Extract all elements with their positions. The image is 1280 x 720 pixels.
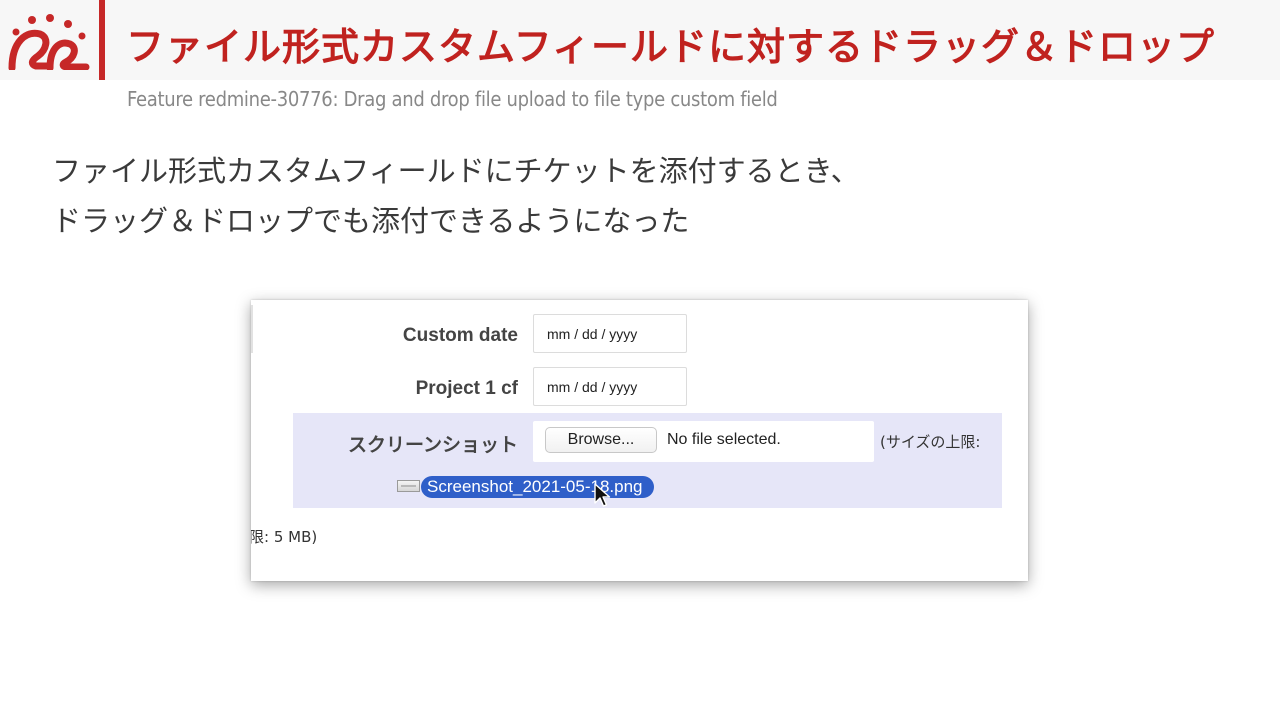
- size-limit-text: (サイズの上限:: [880, 433, 981, 451]
- form-edge-line: [251, 305, 253, 353]
- description: ファイル形式カスタムフィールドにチケットを添付するとき、 ドラッグ＆ドロップでも…: [52, 146, 860, 246]
- project-cf-label: Project 1 cf: [415, 378, 518, 399]
- screenshot-field-label: スクリーンショット: [347, 435, 518, 456]
- feature-subtitle: Feature redmine-30776: Drag and drop fil…: [127, 87, 778, 111]
- redmine-form-screenshot: Custom date mm / dd / yyyy Project 1 cf …: [251, 300, 1028, 581]
- mouse-pointer-icon: [594, 483, 611, 507]
- title-divider: [99, 0, 105, 80]
- redmine-logo-icon: [8, 14, 90, 70]
- file-drag-icon: [397, 480, 420, 492]
- custom-date-label: Custom date: [402, 325, 518, 346]
- description-line-1: ファイル形式カスタムフィールドにチケットを添付するとき、: [52, 154, 860, 188]
- dragged-file-chip[interactable]: Screenshot_2021-05-18.png: [421, 476, 654, 498]
- custom-date-input[interactable]: mm / dd / yyyy: [533, 314, 687, 353]
- browse-button[interactable]: Browse...: [545, 427, 657, 453]
- size-limit-continuation: 限: 5 MB): [251, 528, 318, 546]
- project-cf-input[interactable]: mm / dd / yyyy: [533, 367, 687, 406]
- file-status-text: No file selected.: [667, 431, 781, 448]
- description-line-2: ドラッグ＆ドロップでも添付できるようになった: [52, 204, 690, 238]
- slide-title: ファイル形式カスタムフィールドに対するドラッグ＆ドロップ: [126, 25, 1215, 69]
